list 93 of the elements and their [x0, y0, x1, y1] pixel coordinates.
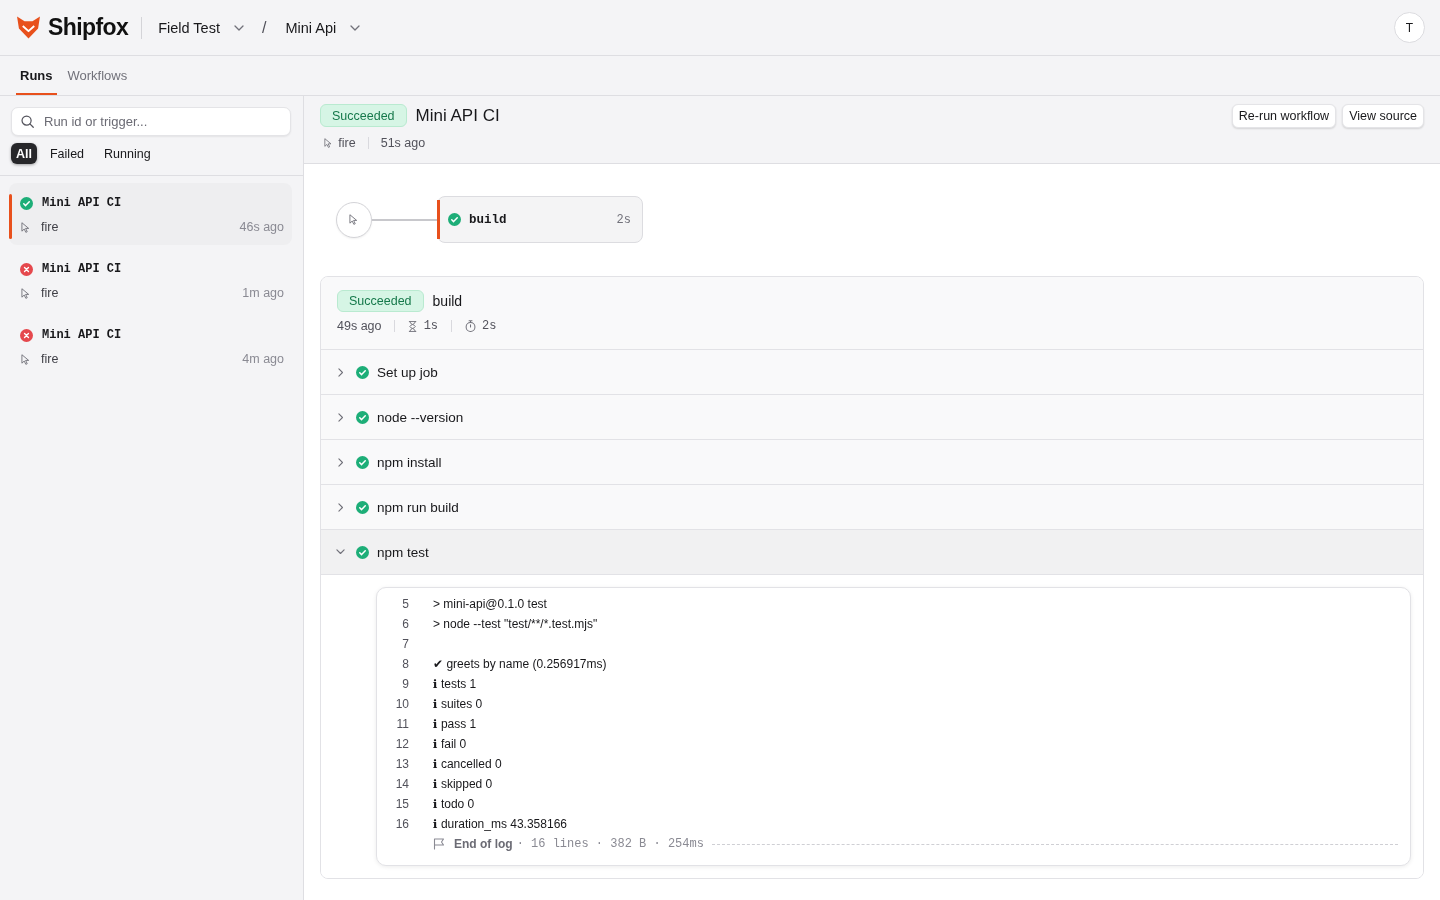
run-time: 4m ago	[242, 352, 284, 366]
line-number: 13	[394, 757, 409, 771]
nav-tab[interactable]: Workflows	[63, 56, 132, 95]
check-circle-icon	[356, 500, 369, 514]
breadcrumb-separator: /	[261, 18, 267, 37]
breadcrumb-dropdown[interactable]: Mini Api	[285, 19, 361, 36]
cursor-icon	[349, 214, 359, 225]
line-number: 9	[401, 677, 409, 691]
check-circle-icon	[20, 196, 33, 210]
cursor-icon	[21, 353, 31, 365]
step-row[interactable]: npm run build	[321, 484, 1423, 529]
chevron-right-icon	[337, 412, 344, 422]
check-circle-icon	[448, 213, 461, 226]
run-time: 1m ago	[242, 286, 284, 300]
status-badge: Succeeded	[320, 104, 407, 127]
run-title: Mini API CI	[42, 262, 122, 276]
job-title: build	[432, 293, 463, 309]
fox-logo-icon	[16, 15, 41, 40]
x-circle-icon	[20, 262, 33, 276]
trigger-name: fire	[41, 220, 59, 234]
job-node[interactable]: build 2s	[437, 196, 643, 243]
line-number: 15	[394, 797, 409, 811]
check-circle-icon	[356, 545, 369, 559]
cursor-icon	[21, 287, 31, 299]
job-name: build	[469, 212, 508, 227]
search-field[interactable]: Run id or trigger...	[11, 107, 291, 136]
run-title: Mini API CI	[42, 328, 122, 342]
run-title: Mini API CI	[415, 105, 500, 126]
rerun-button[interactable]: Re-run workflow	[1231, 104, 1337, 128]
stopwatch-icon	[465, 320, 477, 332]
chevron-down-icon	[350, 24, 361, 31]
run-item[interactable]: Mini API CI fire 4m ago	[9, 315, 292, 377]
trigger-name: fire	[41, 286, 59, 300]
line-number: 5	[401, 597, 409, 611]
breadcrumb-dropdown[interactable]: Field Test	[158, 19, 244, 36]
chevron-down-icon	[233, 24, 244, 31]
log-line: ℹ skipped 0	[433, 777, 493, 791]
log-end-label: End of log	[454, 837, 513, 851]
log-line: ℹ todo 0	[433, 797, 475, 811]
chevron-right-icon	[337, 502, 344, 512]
filter-tab[interactable]: Failed	[43, 143, 92, 164]
job-duration: 2s	[482, 319, 497, 333]
x-circle-icon	[20, 328, 33, 342]
check-circle-icon	[356, 410, 369, 424]
line-number: 7	[401, 637, 409, 651]
chevron-right-icon	[337, 367, 344, 377]
step-row[interactable]: Set up job	[321, 349, 1423, 394]
brand-name: Shipfox	[48, 14, 129, 41]
line-number: 16	[394, 817, 409, 831]
log-line: ℹ suites 0	[433, 697, 483, 711]
step-row[interactable]: node --version	[321, 394, 1423, 439]
log-line: ℹ duration_ms 43.358166	[433, 817, 567, 831]
job-time: 49s ago	[337, 319, 382, 333]
line-number: 6	[401, 617, 409, 631]
hourglass-icon	[408, 320, 418, 332]
queued-time: 1s	[423, 319, 439, 333]
run-title: Mini API CI	[42, 196, 122, 210]
check-circle-icon	[356, 455, 369, 469]
log-line: ℹ fail 0	[433, 737, 467, 751]
chevron-right-icon	[337, 457, 344, 467]
run-item[interactable]: Mini API CI fire 1m ago	[9, 249, 292, 311]
log-line: ℹ pass 1	[433, 717, 477, 731]
log-line: > node --test "test/**/*.test.mjs"	[433, 617, 598, 631]
trigger-name: fire	[338, 136, 356, 150]
check-circle-icon	[356, 365, 369, 379]
flag-icon	[433, 838, 445, 850]
nav-tab[interactable]: Runs	[16, 56, 57, 95]
chevron-down-icon	[336, 549, 345, 555]
line-number: 11	[395, 717, 409, 731]
cursor-icon	[21, 221, 31, 233]
filter-tab[interactable]: All	[11, 143, 37, 164]
user-avatar[interactable]: T	[1394, 12, 1425, 43]
filter-tab[interactable]: Running	[97, 143, 158, 164]
run-time: 51s ago	[380, 136, 426, 150]
view-source-button[interactable]: View source	[1342, 104, 1424, 128]
run-item[interactable]: Mini API CI fire 46s ago	[9, 183, 292, 245]
trigger-name: fire	[41, 352, 59, 366]
line-number: 12	[394, 737, 409, 751]
log-line: ✔ greets by name (0.256917ms)	[433, 657, 607, 671]
line-number: 10	[394, 697, 409, 711]
cursor-icon	[324, 138, 333, 148]
step-row[interactable]: npm install	[321, 439, 1423, 484]
search-icon	[21, 115, 34, 128]
run-time: 46s ago	[239, 220, 284, 234]
log-line: ℹ cancelled 0	[433, 757, 502, 771]
job-duration: 2s	[616, 212, 631, 227]
line-number: 8	[401, 657, 409, 671]
log-line: > mini-api@0.1.0 test	[433, 597, 547, 611]
status-badge: Succeeded	[337, 290, 424, 312]
log-line: ℹ tests 1	[433, 677, 477, 691]
step-row[interactable]: npm test	[321, 529, 1423, 574]
line-number: 14	[394, 777, 409, 791]
log-stats: · 16 lines · 382 B · 254ms	[516, 837, 704, 851]
